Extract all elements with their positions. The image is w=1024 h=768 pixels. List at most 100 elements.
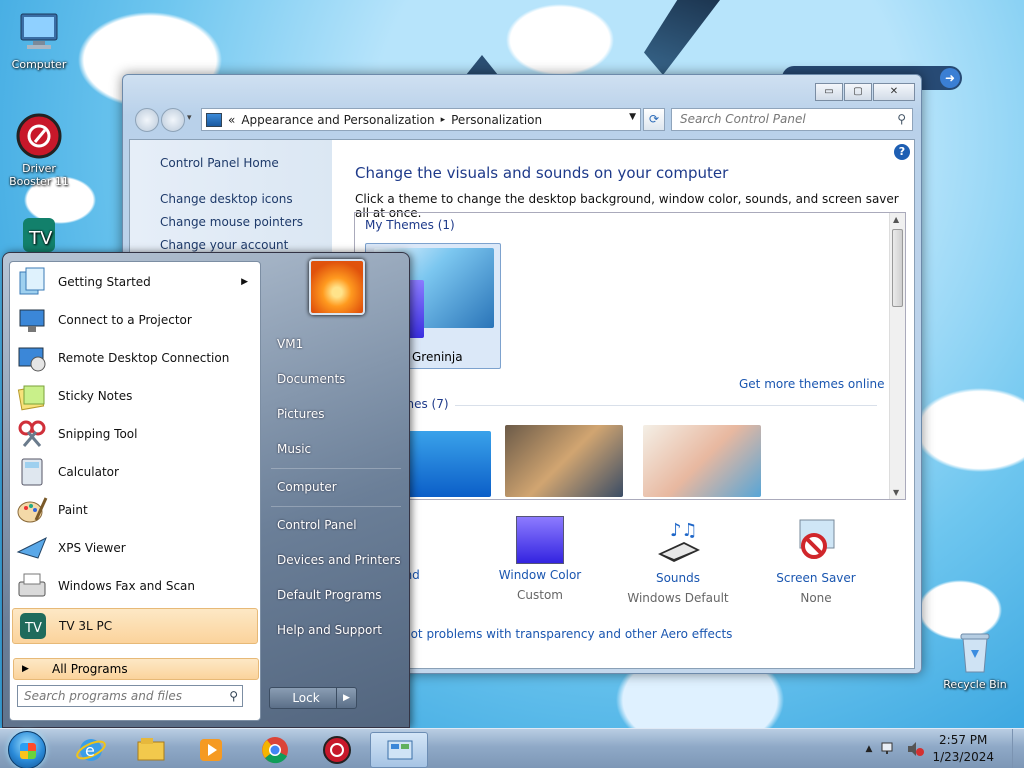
start-search-input[interactable]: Search programs and files ⚲ — [17, 685, 243, 707]
clock-date: 1/23/2024 — [932, 750, 994, 764]
computer-icon — [20, 13, 58, 49]
desktop-icon-recycle-bin[interactable]: Recycle Bin — [936, 628, 1014, 691]
taskbar-control-panel[interactable] — [370, 732, 428, 768]
system-tray: ▲ 2:57 PM 1/23/2024 — [866, 729, 1016, 768]
get-more-themes-link[interactable]: Get more themes online — [739, 377, 885, 391]
theme-scrollbar[interactable]: ▲ ▼ — [889, 213, 905, 499]
all-programs-button[interactable]: ▶ All Programs — [13, 658, 259, 680]
start-link-documents[interactable]: Documents — [277, 372, 345, 386]
content-area: ? Change the visuals and sounds on your … — [332, 140, 914, 668]
driver-booster-icon — [323, 736, 351, 764]
nav-change-desktop-icons[interactable]: Change desktop icons — [160, 192, 293, 206]
close-button[interactable]: ✕ — [873, 83, 915, 101]
start-link-computer[interactable]: Computer — [277, 480, 337, 494]
screen-saver-item[interactable]: Screen Saver None — [746, 516, 886, 605]
program-xps-viewer[interactable]: XPS Viewer — [12, 530, 258, 566]
getting-started-icon — [19, 267, 45, 295]
search-icon[interactable]: ⚲ — [897, 109, 906, 130]
sounds-sub: Windows Default — [627, 591, 729, 605]
program-label: Windows Fax and Scan — [58, 579, 196, 593]
program-connect-projector[interactable]: Connect to a Projector — [12, 302, 258, 338]
troubleshoot-aero-link[interactable]: eshoot problems with transparency and ot… — [382, 627, 732, 641]
start-menu[interactable]: Getting Started ▶ Connect to a Projector… — [2, 252, 410, 728]
start-link-music[interactable]: Music — [277, 442, 311, 456]
shutdown-options-button[interactable]: ▶ — [336, 687, 357, 709]
breadcrumb-personalization[interactable]: Personalization — [451, 113, 542, 127]
program-sticky-notes[interactable]: Sticky Notes — [12, 378, 258, 414]
expand-arrow-icon: ▶ — [22, 664, 29, 674]
group-divider — [455, 405, 877, 406]
start-link-help-support[interactable]: Help and Support — [277, 623, 382, 637]
taskbar-chrome[interactable] — [246, 732, 304, 768]
paint-icon — [17, 497, 48, 523]
show-hidden-icons[interactable]: ▲ — [866, 744, 873, 754]
program-label: Calculator — [58, 465, 119, 479]
minimize-button[interactable]: ▭ — [815, 83, 843, 101]
arrow-right-icon[interactable]: ➜ — [940, 68, 960, 88]
back-button[interactable] — [135, 108, 159, 132]
start-link-pictures[interactable]: Pictures — [277, 407, 325, 421]
taskbar-file-explorer[interactable] — [122, 732, 180, 768]
address-bar[interactable]: « Appearance and Personalization ▸ Perso… — [201, 108, 641, 131]
program-tv-3l-pc[interactable]: TV TV 3L PC — [12, 608, 258, 644]
scroll-down-icon[interactable]: ▼ — [893, 488, 899, 497]
search-icon[interactable]: ⚲ — [229, 686, 238, 706]
sounds-item[interactable]: ♪♫ Sounds Windows Default — [608, 516, 748, 605]
nav-control-panel-home[interactable]: Control Panel Home — [160, 156, 279, 170]
program-getting-started[interactable]: Getting Started ▶ — [12, 264, 258, 300]
address-prefix[interactable]: « — [228, 113, 235, 127]
program-fax-scan[interactable]: Windows Fax and Scan — [12, 568, 258, 604]
scroll-up-icon[interactable]: ▲ — [893, 215, 899, 224]
forward-button[interactable] — [161, 108, 185, 132]
maximize-button[interactable]: ▢ — [844, 83, 872, 101]
show-desktop-button[interactable] — [1012, 729, 1024, 768]
program-snipping-tool[interactable]: Snipping Tool — [12, 416, 258, 452]
nav-change-mouse-pointers[interactable]: Change mouse pointers — [160, 215, 303, 229]
all-programs-label: All Programs — [52, 662, 128, 676]
desktop-icon-computer[interactable]: Computer — [0, 8, 78, 71]
program-paint[interactable]: Paint — [12, 492, 258, 528]
lock-button[interactable]: Lock — [269, 687, 343, 709]
chrome-icon — [262, 737, 288, 764]
search-input[interactable]: Search Control Panel ⚲ — [671, 108, 913, 131]
desktop-icon-driver-booster[interactable]: Driver Booster 11 — [0, 112, 78, 188]
breadcrumb-separator[interactable]: ▸ — [441, 115, 446, 125]
taskbar-media-player[interactable] — [182, 732, 240, 768]
refresh-button[interactable]: ⟳ — [643, 108, 665, 131]
sounds-title: Sounds — [655, 571, 701, 585]
desktop-icon-label: Computer — [11, 58, 67, 71]
tv-app-icon: TV — [23, 218, 55, 252]
clock[interactable]: 2:57 PM 1/23/2024 — [932, 732, 994, 766]
start-link-control-panel[interactable]: Control Panel — [277, 518, 357, 532]
start-button[interactable] — [8, 731, 46, 768]
address-dropdown-icon[interactable]: ▼ — [629, 112, 636, 122]
taskbar-driver-booster[interactable] — [308, 732, 366, 768]
program-remote-desktop[interactable]: Remote Desktop Connection — [12, 340, 258, 376]
theme-characters[interactable] — [643, 425, 761, 497]
recent-pages-dropdown[interactable]: ▾ — [187, 113, 192, 123]
taskbar-internet-explorer[interactable]: e — [62, 732, 120, 768]
help-icon[interactable]: ? — [894, 144, 910, 160]
xps-viewer-icon — [16, 536, 47, 559]
desktop-icon-label: Driver Booster 11 — [9, 162, 69, 188]
tv-app-icon: TV — [20, 613, 46, 639]
desktop-icon-label: Recycle Bin — [943, 678, 1007, 691]
start-link-default-programs[interactable]: Default Programs — [277, 588, 382, 602]
window-controls: ▭ ▢ ✕ — [815, 83, 915, 101]
page-title: Change the visuals and sounds on your co… — [355, 164, 729, 182]
scroll-thumb[interactable] — [892, 229, 903, 307]
control-panel-icon — [206, 112, 222, 127]
user-avatar[interactable] — [309, 259, 365, 315]
window-color-item[interactable]: Window Color Custom — [470, 516, 610, 602]
start-search-placeholder: Search programs and files — [24, 689, 182, 703]
fax-scan-icon — [18, 573, 46, 597]
start-link-user[interactable]: VM1 — [277, 337, 303, 351]
start-link-devices-printers[interactable]: Devices and Printers — [277, 553, 401, 567]
program-calculator[interactable]: Calculator — [12, 454, 258, 490]
theme-list[interactable]: My Themes (1) Greninja Get more themes o… — [354, 212, 906, 500]
theme-architecture[interactable] — [505, 425, 623, 497]
network-icon[interactable] — [880, 741, 898, 757]
submenu-arrow-icon: ▶ — [241, 277, 248, 287]
breadcrumb-appearance[interactable]: Appearance and Personalization — [241, 113, 434, 127]
volume-muted-icon[interactable] — [906, 741, 925, 757]
